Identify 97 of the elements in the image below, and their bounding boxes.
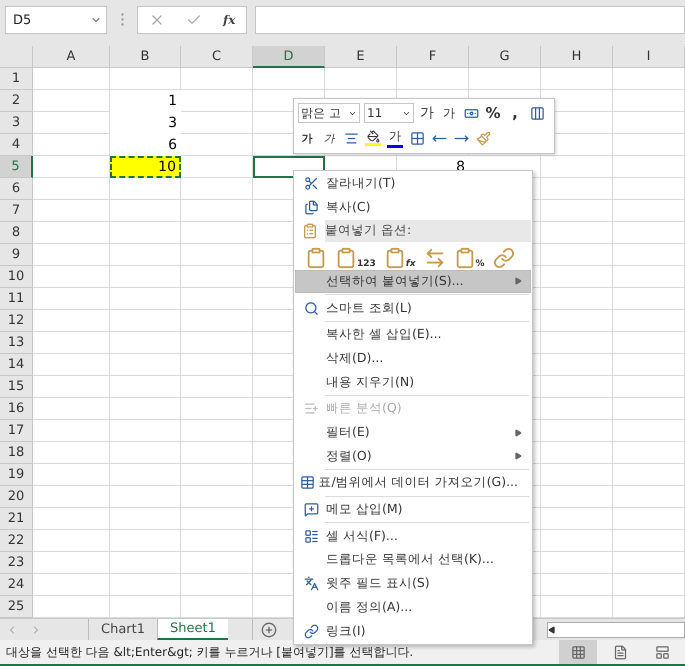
column-header[interactable]: B bbox=[110, 46, 181, 68]
menu-item[interactable]: 정렬(O) bbox=[295, 444, 531, 468]
normal-view-icon bbox=[570, 644, 586, 660]
column-header[interactable]: A bbox=[33, 46, 110, 68]
submenu-arrow-icon bbox=[514, 277, 522, 286]
clipboard-icon bbox=[335, 247, 357, 270]
row-header[interactable]: 17 bbox=[0, 420, 33, 442]
row-header[interactable]: 2 bbox=[0, 90, 33, 112]
status-message: 대상을 선택한 다음 &lt;Enter&gt; 키를 누르거나 [붙여넣기]를 선택합니다. bbox=[5, 644, 414, 660]
grip-icon bbox=[120, 12, 124, 26]
row-header[interactable]: 19 bbox=[0, 464, 33, 486]
swap-arrows-icon bbox=[424, 247, 446, 270]
menu-item[interactable]: 표/범위에서 데이터 가져오기(G)... bbox=[295, 471, 531, 495]
comma-style-button[interactable]: , bbox=[506, 103, 524, 123]
row-header[interactable]: 20 bbox=[0, 486, 33, 508]
formula-field[interactable] bbox=[255, 6, 685, 34]
menu-item[interactable]: 내용 지우기(N) bbox=[295, 370, 531, 394]
column-header[interactable]: C bbox=[181, 46, 253, 68]
row-header[interactable]: 23 bbox=[0, 552, 33, 574]
horizontal-scrollbar[interactable] bbox=[547, 622, 685, 638]
paste-option-button[interactable]: % bbox=[454, 243, 485, 270]
format-icon bbox=[304, 528, 318, 544]
analysis-icon bbox=[304, 401, 318, 416]
row-header[interactable]: 10 bbox=[0, 266, 33, 288]
add-sheet-icon[interactable] bbox=[260, 622, 277, 638]
row-header[interactable]: 3 bbox=[0, 112, 33, 134]
row-header[interactable]: 14 bbox=[0, 354, 33, 376]
grow-font-button[interactable]: 가 bbox=[418, 103, 436, 123]
menu-item[interactable]: 이름 정의(A)... bbox=[295, 596, 531, 620]
column-header[interactable]: E bbox=[325, 46, 397, 68]
cut-icon bbox=[304, 176, 318, 192]
row-header[interactable]: 1 bbox=[0, 68, 33, 90]
percent-style-button[interactable]: % bbox=[484, 103, 502, 123]
bold-button[interactable]: 가 bbox=[298, 128, 316, 148]
pagebreak-view-icon bbox=[654, 644, 670, 660]
table-icon bbox=[300, 475, 315, 490]
lookup-icon bbox=[304, 300, 318, 316]
table-cell: 1 bbox=[110, 90, 181, 112]
menu-item[interactable]: 드롭다운 목록에서 선택(K)... bbox=[295, 548, 531, 572]
italic-button[interactable]: 가 bbox=[320, 128, 338, 148]
row-header[interactable]: 8 bbox=[0, 222, 33, 244]
fill-color-button[interactable] bbox=[364, 128, 382, 148]
row-header[interactable]: 6 bbox=[0, 178, 33, 200]
menu-item[interactable]: 링크(I) bbox=[295, 619, 531, 643]
clipboard-icon bbox=[302, 222, 318, 239]
row-header[interactable]: 12 bbox=[0, 310, 33, 332]
clipboard-icon bbox=[305, 247, 327, 270]
menu-item[interactable]: 삭제(D)... bbox=[295, 346, 531, 370]
row-header[interactable]: 11 bbox=[0, 288, 33, 310]
link-icon bbox=[492, 247, 515, 270]
row-header[interactable]: 21 bbox=[0, 508, 33, 530]
menu-item[interactable]: 스마트 조회(L) bbox=[295, 296, 531, 320]
column-header[interactable]: D bbox=[253, 46, 325, 68]
menu-item[interactable]: 셀 서식(F)... bbox=[295, 524, 531, 548]
paste-option-button[interactable]: fx bbox=[384, 243, 416, 270]
table-cell: 6 bbox=[110, 134, 181, 156]
menu-item[interactable]: 윗주 필드 표시(S) bbox=[295, 572, 531, 596]
font-size-dropdown[interactable]: 11 bbox=[364, 103, 414, 123]
table-cell: 3 bbox=[110, 112, 181, 134]
normal-view-button[interactable] bbox=[559, 640, 597, 664]
submenu-arrow-icon bbox=[514, 428, 522, 437]
insert-function-button[interactable]: fx bbox=[223, 13, 236, 27]
menu-item[interactable]: 복사(C) bbox=[295, 196, 531, 220]
menu-item[interactable]: 선택하여 붙여넣기(S)... bbox=[295, 270, 531, 294]
column-header[interactable]: F bbox=[397, 46, 469, 68]
font-name-dropdown[interactable]: 맑은 고 bbox=[298, 103, 360, 123]
paste-option-button[interactable]: 123 bbox=[335, 243, 376, 270]
row-header[interactable]: 24 bbox=[0, 574, 33, 596]
scroll-left-icon[interactable] bbox=[548, 626, 556, 634]
row-header[interactable]: 7 bbox=[0, 200, 33, 222]
link-icon bbox=[304, 624, 318, 639]
row-header[interactable]: 22 bbox=[0, 530, 33, 552]
row-header[interactable]: 5 bbox=[0, 156, 33, 178]
name-box[interactable]: D5 bbox=[5, 6, 107, 34]
phonetic-icon bbox=[304, 576, 318, 592]
column-header[interactable]: G bbox=[469, 46, 541, 68]
row-header[interactable]: 25 bbox=[0, 596, 33, 618]
menu-item[interactable]: 메모 삽입(M) bbox=[295, 498, 531, 522]
row-header[interactable]: 13 bbox=[0, 332, 33, 354]
shrink-font-button[interactable]: 가 bbox=[440, 103, 458, 123]
menu-item[interactable]: 필터(E) bbox=[295, 420, 531, 444]
column-header[interactable]: I bbox=[613, 46, 685, 68]
menu-item[interactable]: 복사한 셀 삽입(E)... bbox=[295, 322, 531, 347]
row-header[interactable]: 4 bbox=[0, 134, 33, 156]
submenu-arrow-icon bbox=[514, 452, 522, 460]
font-color-button[interactable]: 가 bbox=[386, 128, 404, 148]
comment-icon bbox=[304, 502, 318, 518]
row-header[interactable]: 9 bbox=[0, 244, 33, 266]
table-cell: 10 bbox=[110, 156, 181, 178]
row-header[interactable]: 16 bbox=[0, 398, 33, 420]
copy-icon bbox=[304, 200, 318, 216]
row-header[interactable]: 18 bbox=[0, 442, 33, 464]
paste-options-header: 붙여넣기 옵션: bbox=[325, 220, 531, 242]
row-header[interactable]: 15 bbox=[0, 376, 33, 398]
sheet-tab[interactable]: Sheet1 bbox=[157, 619, 228, 640]
column-header[interactable]: H bbox=[541, 46, 613, 68]
pagelayout-view-icon bbox=[612, 644, 628, 660]
